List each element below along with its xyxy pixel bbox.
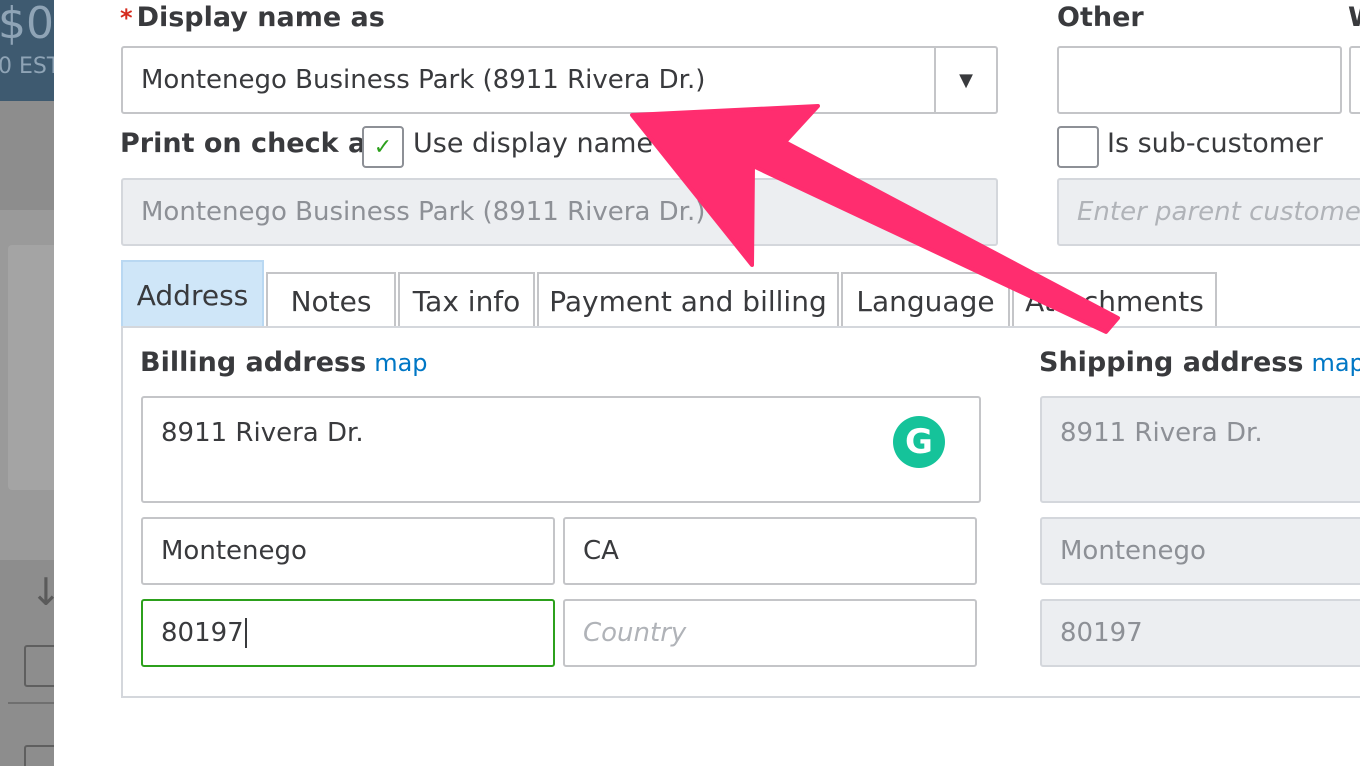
shipping-map-link[interactable]: map [1311, 349, 1360, 377]
billing-country-input[interactable]: Country [563, 599, 977, 667]
shipping-zip-input: 80197 [1040, 599, 1360, 667]
background-checkbox [24, 645, 54, 687]
shipping-street-input: 8911 Rivera Dr. [1040, 396, 1360, 503]
other-label: Other [1057, 2, 1144, 33]
tab-notes[interactable]: Notes [266, 272, 396, 328]
background-card [8, 245, 54, 490]
website-input[interactable] [1349, 46, 1360, 114]
grammarly-icon[interactable]: G [893, 416, 945, 468]
tab-attachments[interactable]: Attachments [1012, 272, 1217, 328]
text-cursor [244, 618, 247, 648]
website-label-fragment: W [1348, 2, 1360, 33]
tab-tax-info[interactable]: Tax info [398, 272, 535, 328]
billing-address-heading: Billing address map [140, 347, 428, 378]
checkmark-icon: ✓ [373, 134, 393, 160]
print-on-check-label: Print on check as [120, 128, 383, 159]
shipping-city-input: Montenego [1040, 517, 1360, 585]
billing-street-input[interactable]: 8911 Rivera Dr. [141, 396, 981, 503]
sort-arrow-icon: ↓ [30, 570, 54, 614]
other-input[interactable] [1057, 46, 1342, 114]
display-name-select[interactable]: Montenego Business Park (8911 Rivera Dr.… [121, 46, 998, 114]
parent-customer-input: Enter parent custome [1057, 178, 1360, 246]
background-amount: $0 [0, 0, 54, 49]
required-mark: * [120, 4, 133, 32]
use-display-name-label: Use display name [413, 128, 654, 159]
billing-city-input[interactable]: Montenego [141, 517, 555, 585]
background-divider [8, 702, 54, 704]
print-on-check-value: Montenego Business Park (8911 Rivera Dr.… [141, 197, 706, 227]
background-app-overlay: $0 0 EST ↓ [0, 0, 54, 766]
tab-payment-and-billing[interactable]: Payment and billing [537, 272, 839, 328]
billing-map-link[interactable]: map [374, 349, 427, 377]
billing-street-value: 8911 Rivera Dr. [161, 418, 364, 448]
shipping-address-heading: Shipping address map [1039, 347, 1360, 378]
background-checkbox [24, 745, 54, 766]
display-name-value: Montenego Business Park (8911 Rivera Dr.… [141, 65, 706, 95]
use-display-name-checkbox[interactable]: ✓ [362, 126, 404, 168]
print-on-check-input: Montenego Business Park (8911 Rivera Dr.… [121, 178, 998, 246]
background-est-label: 0 EST [0, 54, 54, 79]
parent-customer-placeholder: Enter parent custome [1077, 197, 1360, 227]
tab-language[interactable]: Language [841, 272, 1010, 328]
caret-down-icon[interactable]: ▼ [934, 48, 996, 112]
tab-address[interactable]: Address [121, 260, 264, 328]
billing-zip-input[interactable]: 80197 [141, 599, 555, 667]
background-header: $0 0 EST [0, 0, 54, 101]
sub-customer-label: Is sub-customer [1107, 128, 1323, 159]
display-name-label: * Display name as [120, 2, 385, 33]
sub-customer-checkbox[interactable] [1057, 126, 1099, 168]
billing-state-input[interactable]: CA [563, 517, 977, 585]
